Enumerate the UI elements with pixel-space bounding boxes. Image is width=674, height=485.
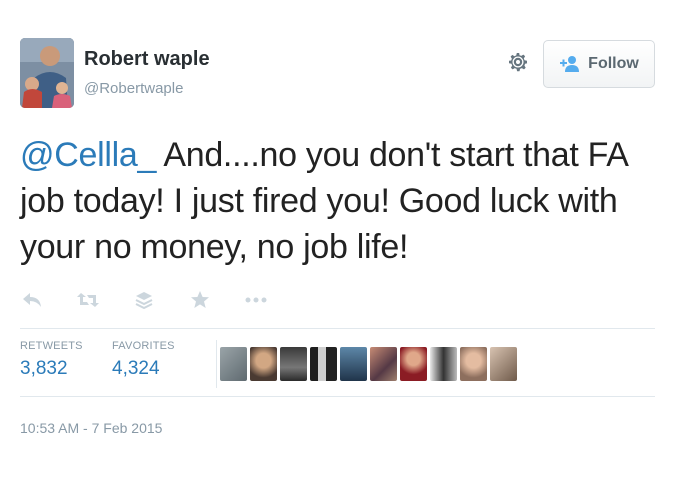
avatar[interactable] — [20, 38, 74, 108]
tweet-text: @Cellla_ And....no you don't start that … — [20, 132, 660, 270]
follow-button[interactable]: Follow — [543, 40, 655, 88]
follow-button-label: Follow — [588, 55, 639, 72]
favoriter-avatar[interactable] — [280, 347, 307, 381]
favoriter-avatar[interactable] — [340, 347, 367, 381]
mention-link[interactable]: @Cellla_ — [20, 136, 156, 174]
tweet-card: Robert waple @Robertwaple Follow @Cellla… — [0, 0, 674, 485]
favoriter-avatar[interactable] — [310, 347, 337, 381]
retweets-count: 3,832 — [20, 358, 68, 379]
more-icon[interactable] — [244, 289, 268, 311]
retweets-label: RETWEETS — [20, 340, 83, 352]
divider — [20, 396, 655, 397]
favorites-stat[interactable]: FAVORITES 4,324 — [112, 340, 175, 380]
reply-icon[interactable] — [20, 289, 44, 311]
gear-icon[interactable] — [506, 50, 530, 74]
star-icon[interactable] — [188, 289, 212, 311]
favoriter-avatar[interactable] — [490, 347, 517, 381]
stack-icon[interactable] — [132, 289, 156, 311]
avatar-image — [20, 38, 74, 108]
tweet-timestamp[interactable]: 10:53 AM - 7 Feb 2015 — [20, 420, 162, 436]
favoriter-avatar[interactable] — [250, 347, 277, 381]
stats-divider — [216, 340, 217, 388]
tweet-actions — [20, 288, 300, 312]
user-handle[interactable]: @Robertwaple — [84, 80, 183, 97]
add-user-icon — [559, 55, 581, 73]
favorites-count: 4,324 — [112, 358, 160, 379]
favoriter-avatar[interactable] — [370, 347, 397, 381]
retweet-icon[interactable] — [76, 289, 100, 311]
favoriters-avatars — [220, 347, 517, 381]
favoriter-avatar[interactable] — [220, 347, 247, 381]
favoriter-avatar[interactable] — [400, 347, 427, 381]
favoriter-avatar[interactable] — [460, 347, 487, 381]
favorites-label: FAVORITES — [112, 340, 175, 352]
retweets-stat[interactable]: RETWEETS 3,832 — [20, 340, 83, 380]
favoriter-avatar[interactable] — [430, 347, 457, 381]
user-display-name[interactable]: Robert waple — [84, 48, 210, 71]
divider — [20, 328, 655, 329]
